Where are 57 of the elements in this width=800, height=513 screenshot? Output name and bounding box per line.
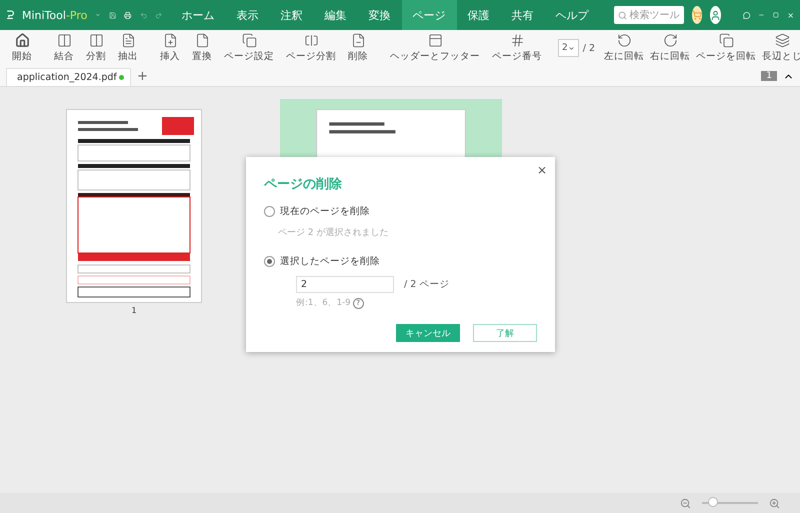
delete-icon — [350, 33, 366, 48]
home-icon — [14, 33, 30, 48]
selection-note: ページ 2 が選択されました — [278, 226, 390, 239]
toolbar-button[interactable]: ヘッダーとフッター — [384, 33, 486, 63]
extract-icon — [120, 33, 136, 48]
header-footer-icon — [428, 33, 442, 48]
toolbar-button[interactable]: 挿入 — [154, 33, 186, 63]
menu-tab[interactable]: 編集 — [314, 0, 358, 30]
radio-button[interactable] — [264, 206, 275, 217]
menu-tab[interactable]: 共有 — [500, 0, 545, 30]
radio-option[interactable]: 選択したページを削除 — [264, 255, 537, 268]
radio-button[interactable] — [264, 256, 275, 267]
menu-tab[interactable]: 保護 — [456, 0, 501, 30]
rotate-right-icon — [662, 33, 678, 48]
radio-option[interactable]: 現在のページを削除 — [264, 205, 537, 218]
toolbar-button[interactable]: ページ分割 — [280, 33, 342, 63]
app-name: MiniTool-Pro — [22, 8, 88, 22]
toolbar-button[interactable]: ページを回転 — [693, 33, 759, 63]
zoom-in-icon[interactable] — [769, 498, 780, 508]
toolbar-button[interactable]: 右に回転 — [647, 33, 693, 63]
dialog-title: ページの削除 — [264, 176, 343, 193]
range-hint: 例:1、6、1-9 — [296, 297, 351, 309]
maximize-icon[interactable] — [772, 10, 779, 20]
page-suffix: / 2 ページ — [404, 278, 450, 291]
new-tab-button[interactable]: + — [137, 68, 148, 84]
toolbar-button[interactable]: 分割 — [80, 33, 112, 63]
close-button[interactable]: × — [536, 163, 547, 177]
slider-thumb[interactable] — [708, 497, 718, 507]
user-icon[interactable] — [710, 6, 721, 24]
page-range-field[interactable]: 2 — [296, 276, 394, 293]
menu-tab[interactable]: ヘルプ — [544, 0, 600, 30]
caret-icon — [568, 44, 575, 52]
page-thumbnail[interactable]: 1 — [66, 109, 202, 315]
toolbar-button[interactable]: 左に回転 — [601, 33, 647, 63]
page-select[interactable]: 2 — [558, 39, 579, 57]
menu-tab[interactable]: 表示 — [226, 0, 270, 30]
toolbar-button[interactable]: 置換 — [186, 33, 218, 63]
page-total: / 2 — [582, 42, 595, 54]
toolbar-button[interactable]: 結合 — [48, 33, 80, 63]
replace-icon — [194, 33, 210, 48]
page-number: 1 — [131, 306, 137, 315]
menu-tab[interactable]: ホーム — [170, 0, 226, 30]
search-icon — [618, 10, 627, 20]
toolbar-button[interactable]: 開始 — [6, 33, 38, 63]
menu-tab[interactable]: 変換 — [358, 0, 402, 30]
insert-icon — [162, 33, 178, 48]
cart-icon[interactable] — [692, 6, 702, 24]
page-number-icon — [510, 33, 524, 48]
menu-tab[interactable]: 注釈 — [270, 0, 314, 30]
page-count: 1 — [761, 71, 777, 81]
toolbar-button[interactable]: ページ設定 — [218, 33, 280, 63]
zoom-out-icon[interactable] — [680, 498, 691, 508]
toolbar-button[interactable]: 抽出 — [112, 33, 144, 63]
toolbar-button[interactable]: ページ番号 — [486, 33, 548, 63]
toolbar-button[interactable]: 削除 — [342, 33, 374, 63]
document-tab[interactable]: application_2024.pdf — [6, 68, 131, 86]
rotate-left-icon — [616, 33, 632, 48]
